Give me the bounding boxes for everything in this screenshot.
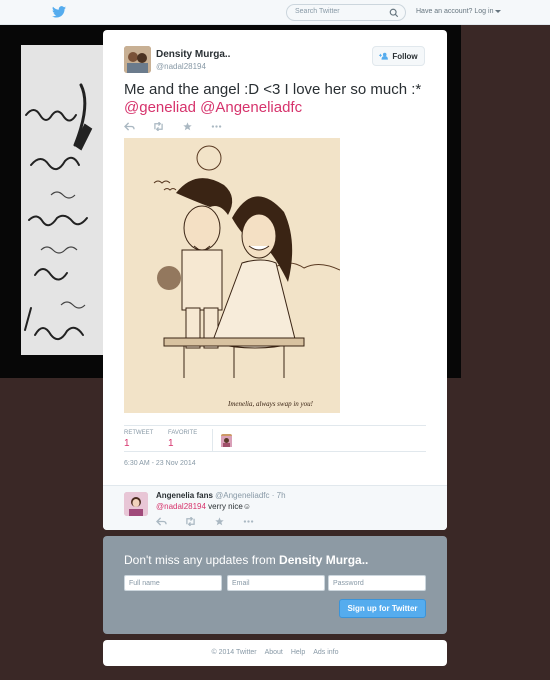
account-menu: Have an account? Log in	[416, 8, 502, 15]
full-name-placeholder: Full name	[129, 580, 160, 587]
background-handwriting-image	[21, 45, 103, 355]
full-name-field[interactable]: Full name	[124, 575, 222, 591]
reply-author[interactable]: Angenelia fans @Angeneliadfc · 7h	[156, 491, 286, 500]
tweet-card: Density Murga.. @nadal28194 Follow Me an…	[103, 30, 447, 530]
favorite-stat[interactable]: FAVORITE 1	[168, 430, 197, 449]
tweet-actions	[124, 122, 222, 131]
favorite-star-icon[interactable]	[182, 122, 193, 131]
reply-mention-link[interactable]: @nadal28194	[156, 502, 206, 511]
password-field[interactable]: Password	[328, 575, 426, 591]
mention-link-angeneliadfc[interactable]: @Angeneliadfc	[200, 99, 302, 116]
footer-ads-link[interactable]: Ads info	[313, 649, 338, 656]
email-placeholder: Email	[232, 580, 250, 587]
search-input[interactable]: Search Twitter	[286, 4, 406, 21]
reply-actions	[156, 517, 254, 526]
footer-copyright: © 2014 Twitter	[211, 649, 257, 656]
more-icon[interactable]	[243, 517, 254, 526]
reply-tweet: Angenelia fans @Angeneliadfc · 7h @nadal…	[103, 485, 447, 530]
signup-panel: Don't miss any updates from Density Murg…	[103, 536, 447, 634]
author-name[interactable]: Density Murga..	[156, 49, 230, 60]
chevron-down-icon[interactable]	[495, 9, 502, 13]
tweet-text: Me and the angel :D <3 I love her so muc…	[124, 81, 424, 117]
follow-label: Follow	[392, 51, 418, 61]
retweet-icon[interactable]	[185, 517, 196, 526]
retweet-count: 1	[124, 438, 130, 449]
twitter-bird-icon[interactable]	[52, 6, 66, 18]
tweet-photo[interactable]: Imenelia, always swap in you!	[124, 138, 340, 413]
favoriter-avatar[interactable]	[221, 434, 232, 447]
reply-icon[interactable]	[124, 122, 135, 131]
signup-button[interactable]: Sign up for Twitter	[339, 599, 426, 618]
mention-link-geneliad[interactable]: @geneliad	[124, 99, 196, 116]
signup-title: Don't miss any updates from Density Murg…	[124, 553, 368, 567]
stats-divider	[212, 429, 213, 451]
reply-body: verry nice☺	[205, 502, 252, 511]
reply-text: @nadal28194 verry nice☺	[156, 502, 251, 511]
add-user-icon	[379, 52, 389, 60]
login-link[interactable]: Log in	[474, 8, 493, 15]
more-icon[interactable]	[211, 122, 222, 131]
favorite-label: FAVORITE	[168, 430, 198, 436]
search-placeholder: Search Twitter	[295, 8, 340, 15]
tweet-body: Me and the angel :D <3 I love her so muc…	[124, 81, 422, 98]
reply-author-handle: @Angeneliadfc · 7h	[215, 491, 286, 500]
have-account-text: Have an account?	[416, 8, 473, 15]
password-placeholder: Password	[333, 580, 364, 587]
top-nav: Search Twitter Have an account? Log in	[0, 0, 550, 25]
signup-title-prefix: Don't miss any updates from	[124, 553, 280, 567]
email-field[interactable]: Email	[227, 575, 325, 591]
signup-title-name: Density Murga..	[279, 553, 369, 567]
footer-about-link[interactable]: About	[265, 649, 283, 656]
reply-author-name: Angenelia fans	[156, 491, 213, 500]
retweet-stat[interactable]: RETWEET 1	[124, 430, 153, 449]
tweet-timestamp: 6:30 AM - 23 Nov 2014	[124, 460, 196, 467]
author-avatar[interactable]	[124, 46, 151, 73]
author-handle[interactable]: @nadal28194	[156, 62, 206, 71]
photo-caption: Imenelia, always swap in you!	[227, 400, 314, 408]
search-icon[interactable]	[389, 8, 399, 18]
follow-button[interactable]: Follow	[372, 46, 425, 66]
footer: © 2014 Twitter About Help Ads info	[103, 640, 447, 666]
reply-icon[interactable]	[156, 517, 167, 526]
reply-author-avatar[interactable]	[124, 492, 148, 516]
tweet-stats: RETWEET 1 FAVORITE 1	[124, 425, 426, 452]
favorite-star-icon[interactable]	[214, 517, 225, 526]
retweet-label: RETWEET	[124, 430, 154, 436]
footer-help-link[interactable]: Help	[291, 649, 305, 656]
retweet-icon[interactable]	[153, 122, 164, 131]
favorite-count: 1	[168, 438, 174, 449]
